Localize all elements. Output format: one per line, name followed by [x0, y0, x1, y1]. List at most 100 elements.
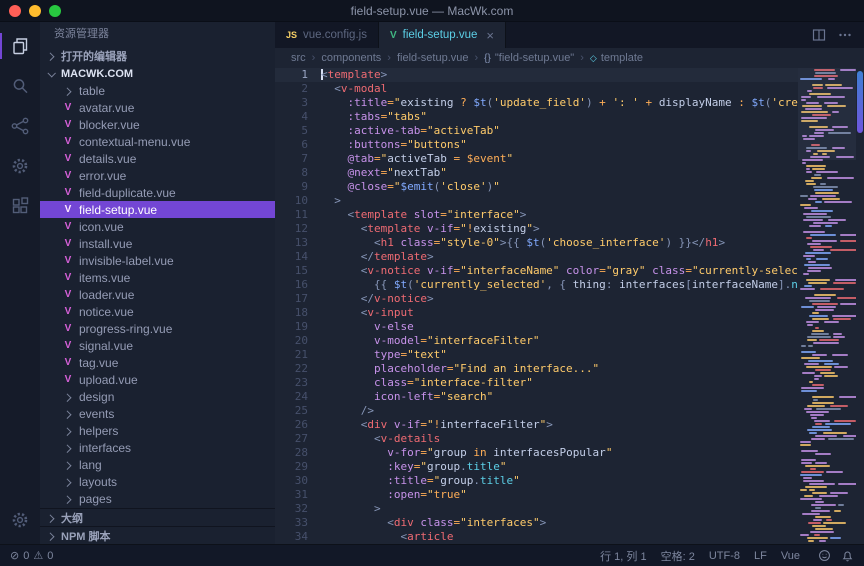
code-text: <h1 class="style-0">{{ $t('choose_interf…	[321, 236, 725, 250]
code-line: 3 :title="existing ? $t('update_field') …	[275, 96, 798, 110]
extensions-icon[interactable]	[0, 186, 40, 226]
tree-item-contextual-menu.vue[interactable]: Vcontextual-menu.vue	[40, 133, 275, 150]
search-icon[interactable]	[0, 66, 40, 106]
token: :key	[321, 460, 414, 473]
tree-item-blocker.vue[interactable]: Vblocker.vue	[40, 116, 275, 133]
token: name	[791, 278, 798, 291]
open-editors-section[interactable]: 打开的编辑器	[40, 46, 275, 65]
workspace-section[interactable]: MACWK.COM	[40, 65, 275, 82]
tree-item-design[interactable]: design	[40, 388, 275, 405]
vue-file-icon: V	[390, 30, 397, 41]
breadcrumb-item[interactable]: components	[321, 52, 381, 64]
editor-tab-field-setup.vue[interactable]: Vfield-setup.vue ×	[379, 22, 506, 48]
token: =	[447, 152, 467, 165]
feedback-smiley-icon[interactable]	[818, 549, 831, 562]
tree-item-tag.vue[interactable]: Vtag.vue	[40, 354, 275, 371]
token: 'close'	[440, 180, 486, 193]
folder-chevron-icon	[62, 442, 74, 454]
tree-item-events[interactable]: events	[40, 405, 275, 422]
debug-gear-icon[interactable]	[0, 146, 40, 186]
code-text: v-model="interfaceFilter"	[321, 334, 540, 348]
breadcrumb-item[interactable]: {}"field-setup.vue"	[484, 52, 574, 64]
source-control-icon[interactable]	[0, 106, 40, 146]
editor-tab-vue.config.js[interactable]: JSvue.config.js	[275, 22, 379, 48]
npm-scripts-section[interactable]: NPM 脚本	[40, 526, 275, 544]
code-text: :active-tab="activeTab"	[321, 124, 500, 138]
workspace-label: MACWK.COM	[61, 68, 133, 80]
token: class	[414, 516, 454, 529]
close-window-button[interactable]	[9, 5, 21, 17]
status-bar: ⊘ 0 ⚠ 0 行 1, 列 1 空格: 2 UTF-8 LF Vue	[0, 544, 864, 566]
editor-scrollbar[interactable]	[857, 71, 863, 133]
tree-item-avatar.vue[interactable]: Vavatar.vue	[40, 99, 275, 116]
more-actions-icon[interactable]	[838, 28, 852, 42]
breadcrumb-item[interactable]: field-setup.vue	[397, 52, 469, 64]
file-label: helpers	[79, 424, 118, 438]
line-number: 24	[275, 390, 321, 404]
settings-gear-icon[interactable]	[0, 500, 40, 540]
code-text: placeholder="Find an interface..."	[321, 362, 599, 376]
indentation[interactable]: 空格: 2	[661, 548, 695, 564]
token: "	[460, 488, 467, 501]
tree-item-invisible-label.vue[interactable]: Vinvisible-label.vue	[40, 252, 275, 269]
tree-item-field-setup.vue[interactable]: Vfield-setup.vue	[40, 201, 275, 218]
cursor-position[interactable]: 行 1, 列 1	[600, 548, 646, 564]
tree-item-field-duplicate.vue[interactable]: Vfield-duplicate.vue	[40, 184, 275, 201]
explorer-icon[interactable]	[0, 26, 40, 66]
encoding[interactable]: UTF-8	[709, 548, 740, 564]
code-line: 18 <v-input	[275, 306, 798, 320]
tree-item-layouts[interactable]: layouts	[40, 473, 275, 490]
symbol-icon: ◇	[590, 53, 597, 64]
close-tab-icon[interactable]: ×	[486, 29, 494, 42]
token: {{	[321, 278, 394, 291]
tree-item-details.vue[interactable]: Vdetails.vue	[40, 150, 275, 167]
tree-item-install.vue[interactable]: Vinstall.vue	[40, 235, 275, 252]
token: "gray"	[606, 264, 646, 277]
tree-item-pages[interactable]: pages	[40, 490, 275, 507]
code-text: class="interface-filter"	[321, 376, 533, 390]
code-line: 12 <template v-if="!existing">	[275, 222, 798, 236]
token: v-if	[420, 222, 453, 235]
breadcrumb-item[interactable]: src	[291, 52, 306, 64]
tree-item-upload.vue[interactable]: Vupload.vue	[40, 371, 275, 388]
zoom-window-button[interactable]	[49, 5, 61, 17]
token: =	[685, 264, 692, 277]
breadcrumb-item[interactable]: ◇template	[590, 52, 643, 64]
token: type	[321, 348, 400, 361]
token: "Find an interface..."	[453, 362, 599, 375]
token: group	[440, 474, 473, 487]
tree-item-interfaces[interactable]: interfaces	[40, 439, 275, 456]
split-editor-icon[interactable]	[812, 28, 826, 42]
outline-section[interactable]: 大纲	[40, 508, 275, 526]
token: =	[374, 152, 381, 165]
notifications-bell-icon[interactable]	[841, 549, 854, 562]
token: $t	[394, 278, 407, 291]
code-editor[interactable]: 1<template>2 <v-modal3 :title="existing …	[275, 68, 864, 544]
tab-label: field-setup.vue	[403, 29, 478, 41]
tree-item-lang[interactable]: lang	[40, 456, 275, 473]
code-line: 9 @close="$emit('close')"	[275, 180, 798, 194]
language-mode[interactable]: Vue	[781, 548, 800, 564]
token: =	[440, 208, 447, 221]
tree-item-notice.vue[interactable]: Vnotice.vue	[40, 303, 275, 320]
line-number: 18	[275, 306, 321, 320]
file-label: install.vue	[79, 237, 132, 251]
tree-item-error.vue[interactable]: Verror.vue	[40, 167, 275, 184]
minimap[interactable]	[798, 68, 856, 544]
eol-selector[interactable]: LF	[754, 548, 767, 564]
tree-item-progress-ring.vue[interactable]: Vprogress-ring.vue	[40, 320, 275, 337]
token: in	[467, 446, 494, 459]
tree-item-icon.vue[interactable]: Vicon.vue	[40, 218, 275, 235]
tree-item-loader.vue[interactable]: Vloader.vue	[40, 286, 275, 303]
minimize-window-button[interactable]	[29, 5, 41, 17]
braces-icon: {}	[484, 53, 491, 64]
tree-item-signal.vue[interactable]: Vsignal.vue	[40, 337, 275, 354]
problems-indicator[interactable]: ⊘ 0 ⚠ 0	[10, 549, 53, 562]
tree-item-items.vue[interactable]: Vitems.vue	[40, 269, 275, 286]
code-text: icon-left="search"	[321, 390, 493, 404]
tree-item-table[interactable]: table	[40, 82, 275, 99]
code-text: <article	[321, 530, 453, 544]
code-text: <v-details	[321, 432, 440, 446]
tree-item-helpers[interactable]: helpers	[40, 422, 275, 439]
vue-file-icon: V	[62, 306, 74, 317]
